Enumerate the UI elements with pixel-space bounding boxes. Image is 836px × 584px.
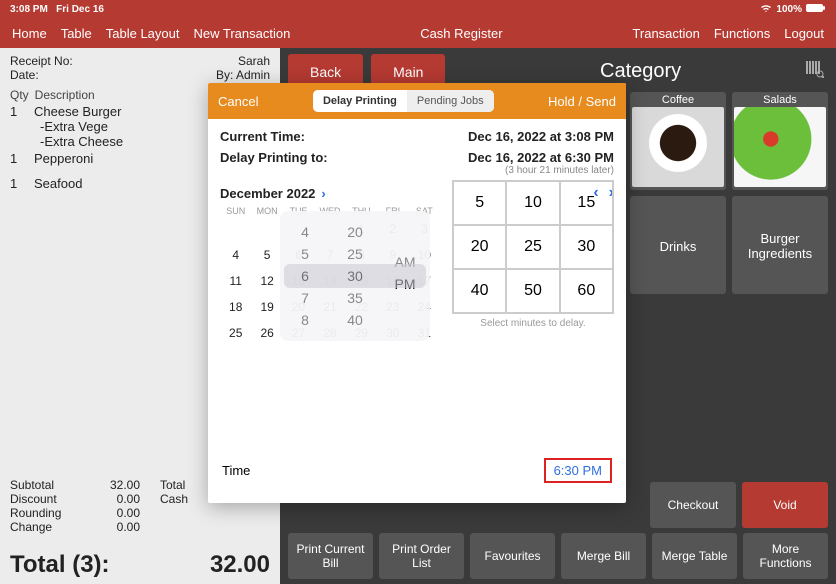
time-picker[interactable]: 4 5 6 7 8 20 25 30 35 40 AM PM bbox=[280, 211, 430, 341]
print-order-list-button[interactable]: Print Order List bbox=[379, 533, 464, 579]
status-bar: 3:08 PM Fri Dec 16 100% bbox=[0, 0, 836, 18]
calendar-day[interactable] bbox=[220, 216, 251, 242]
by-value: Admin bbox=[236, 68, 270, 82]
delay-to-value: Dec 16, 2022 at 6:30 PM bbox=[468, 150, 614, 165]
date-label: Date: bbox=[10, 68, 39, 82]
nav-table-layout[interactable]: Table Layout bbox=[106, 26, 180, 41]
calendar-day[interactable] bbox=[251, 216, 282, 242]
delay-30[interactable]: 30 bbox=[560, 225, 613, 269]
calendar-day[interactable]: 11 bbox=[220, 268, 251, 294]
category-drinks[interactable]: Drinks bbox=[630, 196, 726, 294]
seg-delay-printing[interactable]: Delay Printing bbox=[313, 90, 407, 112]
delay-50[interactable]: 50 bbox=[506, 269, 559, 313]
merge-bill-button[interactable]: Merge Bill bbox=[561, 533, 646, 579]
col-qty: Qty bbox=[10, 88, 29, 102]
coffee-image bbox=[632, 107, 724, 187]
delay-note: Select minutes to delay. bbox=[452, 318, 614, 329]
nav-logout[interactable]: Logout bbox=[784, 26, 824, 41]
more-functions-button[interactable]: More Functions bbox=[743, 533, 828, 579]
top-nav: Home Table Table Layout New Transaction … bbox=[0, 18, 836, 48]
delay-to-label: Delay Printing to: bbox=[220, 150, 328, 165]
calendar-day[interactable]: 18 bbox=[220, 294, 251, 320]
delay-printing-modal: Cancel Delay Printing Pending Jobs Hold … bbox=[208, 83, 626, 503]
checkout-button[interactable]: Checkout bbox=[650, 482, 736, 528]
status-time: 3:08 PM bbox=[10, 4, 48, 15]
delay-minutes-grid: 5 10 15 20 25 30 40 50 60 Select minutes… bbox=[452, 180, 614, 329]
nav-title: Cash Register bbox=[420, 26, 502, 41]
time-value-box[interactable]: 6:30 PM bbox=[544, 458, 612, 483]
delay-60[interactable]: 60 bbox=[560, 269, 613, 313]
nav-new-transaction[interactable]: New Transaction bbox=[194, 26, 291, 41]
nav-table[interactable]: Table bbox=[61, 26, 92, 41]
cancel-button[interactable]: Cancel bbox=[218, 94, 258, 109]
wifi-icon bbox=[760, 3, 772, 16]
nav-functions[interactable]: Functions bbox=[714, 26, 770, 41]
calendar-day[interactable]: 25 bbox=[220, 320, 251, 346]
current-time-label: Current Time: bbox=[220, 129, 305, 144]
nav-home[interactable]: Home bbox=[12, 26, 47, 41]
battery-icon bbox=[806, 3, 826, 16]
category-coffee[interactable]: Coffee bbox=[630, 92, 726, 190]
calendar-day[interactable]: 12 bbox=[251, 268, 282, 294]
delay-20[interactable]: 20 bbox=[453, 225, 506, 269]
current-time-value: Dec 16, 2022 at 3:08 PM bbox=[468, 129, 614, 144]
favourites-button[interactable]: Favourites bbox=[470, 533, 555, 579]
merge-table-button[interactable]: Merge Table bbox=[652, 533, 737, 579]
by-label: By: bbox=[216, 68, 233, 82]
delay-15[interactable]: 15 bbox=[560, 181, 613, 225]
status-day: Fri Dec 16 bbox=[56, 4, 104, 15]
void-button[interactable]: Void bbox=[742, 482, 828, 528]
calendar-day[interactable]: 5 bbox=[251, 242, 282, 268]
salad-image bbox=[734, 107, 826, 187]
delay-5[interactable]: 5 bbox=[453, 181, 506, 225]
delay-10[interactable]: 10 bbox=[506, 181, 559, 225]
calendar-day[interactable]: 19 bbox=[251, 294, 282, 320]
calendar-day[interactable]: 4 bbox=[220, 242, 251, 268]
delay-25[interactable]: 25 bbox=[506, 225, 559, 269]
battery-pct: 100% bbox=[776, 4, 802, 15]
calendar-day[interactable]: 26 bbox=[251, 320, 282, 346]
nav-transaction[interactable]: Transaction bbox=[632, 26, 699, 41]
calendar-month[interactable]: December 2022 bbox=[220, 186, 315, 201]
print-current-bill-button[interactable]: Print Current Bill bbox=[288, 533, 373, 579]
delay-40[interactable]: 40 bbox=[453, 269, 506, 313]
seg-pending-jobs[interactable]: Pending Jobs bbox=[407, 90, 494, 112]
segmented-control[interactable]: Delay Printing Pending Jobs bbox=[313, 90, 494, 112]
col-desc: Description bbox=[35, 88, 95, 102]
category-salads[interactable]: Salads bbox=[732, 92, 828, 190]
category-header: Category bbox=[600, 60, 681, 83]
later-note: (3 hour 21 minutes later) bbox=[220, 165, 614, 176]
receipt-no-label: Receipt No: bbox=[10, 54, 73, 68]
chevron-right-icon[interactable]: › bbox=[321, 186, 325, 201]
barcode-icon[interactable] bbox=[806, 60, 824, 78]
grand-total: Total (3): 32.00 bbox=[10, 551, 270, 579]
hold-send-button[interactable]: Hold / Send bbox=[548, 94, 616, 109]
server-name: Sarah bbox=[238, 54, 270, 68]
category-burger-ingredients[interactable]: Burger Ingredients bbox=[732, 196, 828, 294]
time-label: Time bbox=[222, 463, 250, 478]
